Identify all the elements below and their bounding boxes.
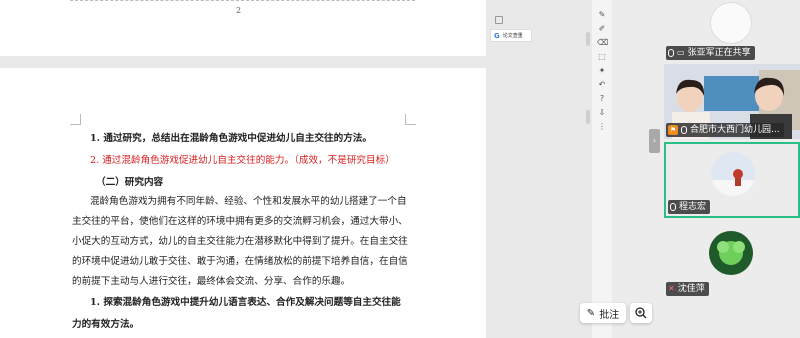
undo-icon[interactable]: ↶: [597, 80, 607, 90]
participant-name-tag: ✕ 沈佳萍: [666, 282, 709, 296]
scrollbar-thumb[interactable]: [586, 110, 590, 124]
participant-name: 程志宏: [679, 202, 707, 212]
pen-icon[interactable]: ✎: [597, 10, 607, 20]
participant-name-tag: ▭ 张亚军正在共享: [666, 46, 755, 60]
zoom-in-button[interactable]: [630, 303, 652, 323]
avatar-image: [711, 152, 755, 196]
mic-off-icon: ✕: [668, 284, 675, 293]
collapse-panel-button[interactable]: ›: [649, 129, 660, 153]
help-icon[interactable]: ?: [597, 94, 607, 104]
doc-line: 1. 通过研究，总结出在混龄角色游戏中促进幼儿自主交往的方法。: [90, 133, 372, 144]
participant-tile[interactable]: ▭ 张亚军正在共享: [664, 0, 800, 62]
crop-mark: [405, 114, 416, 125]
eraser-icon[interactable]: ⌫: [597, 38, 608, 48]
doc-line: 主交往的平台，使他们在这样的环境中拥有更多的交流孵习机会，通过大带小、: [72, 216, 408, 227]
annotation-toolbar: ✎ ✐ ⌫ ⬚ ✦ ↶ ? ⇩ ⋮: [592, 0, 612, 338]
screen-share-icon: ▭: [677, 48, 685, 57]
participant-name: 张亚军正在共享: [687, 48, 751, 58]
save-icon[interactable]: ⇩: [597, 108, 607, 118]
presenter-icon: ⚑: [668, 125, 678, 135]
doc-line: 2. 通过混龄角色游戏促进幼儿自主交往的能力。（成效，不是研究目标）: [90, 155, 395, 166]
avatar-image: [709, 231, 753, 275]
more-icon[interactable]: ⋮: [597, 122, 607, 132]
doc-line: 的前提下主动与人进行交往，最终体会交流、分享、合作的乐趣。: [72, 276, 351, 287]
crop-mark: [70, 114, 81, 125]
highlighter-icon[interactable]: ✐: [597, 24, 607, 34]
zoom-in-icon: [635, 307, 647, 319]
laser-icon[interactable]: ✦: [597, 66, 607, 76]
participant-name-tag: 程志宏: [668, 200, 711, 214]
mic-icon: [681, 126, 687, 134]
avatar: [709, 231, 753, 275]
doc-line: 小促大的互动方式，幼儿的自主交往能力在潜移默化中得到了提升。在自主交往: [72, 236, 408, 247]
document-page-previous: 2: [0, 0, 486, 56]
page-number: 2: [236, 6, 242, 15]
plagiarism-check-chip[interactable]: G 论文查重: [490, 29, 532, 42]
google-g-icon: G: [494, 31, 500, 40]
participant-tile[interactable]: ⚑ 合肥市大西门幼儿园...: [664, 64, 800, 139]
participant-name: 合肥市大西门幼儿园...: [690, 125, 780, 135]
page-margin-guide: [70, 0, 415, 2]
document-page: 1. 通过研究，总结出在混龄角色游戏中促进幼儿自主交往的方法。 2. 通过混龄角…: [0, 68, 486, 338]
annotate-label: 批注: [599, 309, 620, 321]
participant-name-tag: ⚑ 合肥市大西门幼儿园...: [666, 123, 784, 137]
select-icon[interactable]: ⬚: [597, 52, 607, 62]
pen-icon: ✎: [586, 307, 596, 319]
participant-tile[interactable]: ✕ 沈佳萍: [664, 222, 800, 298]
participant-name: 沈佳萍: [677, 284, 705, 294]
copy-icon[interactable]: [495, 16, 503, 24]
scrollbar-thumb[interactable]: [586, 32, 590, 46]
avatar: [711, 152, 755, 196]
doc-line: 力的有效方法。: [72, 319, 140, 330]
document-viewer[interactable]: 2 1. 通过研究，总结出在混龄角色游戏中促进幼儿自主交往的方法。 2. 通过混…: [0, 0, 596, 338]
chip-label: 论文查重: [502, 33, 523, 39]
annotate-button[interactable]: ✎ 批注: [580, 303, 626, 323]
mic-icon: [670, 203, 676, 211]
avatar: [710, 2, 752, 44]
doc-line: 1. 探索混龄角色游戏中提升幼儿语言表达、合作及解决问题等自主交往能: [90, 297, 401, 308]
doc-line: （二）研究内容: [96, 177, 164, 188]
mic-icon: [668, 49, 674, 57]
doc-line: 的环境中促进幼儿敢于交往、敢于沟通，在情绪放松的前提下培养自信，在自信: [72, 256, 408, 267]
participant-tile-active[interactable]: 程志宏: [664, 142, 800, 218]
doc-line: 混龄角色游戏为拥有不同年龄、经验、个性和发展水平的幼儿搭建了一个自: [90, 196, 407, 207]
